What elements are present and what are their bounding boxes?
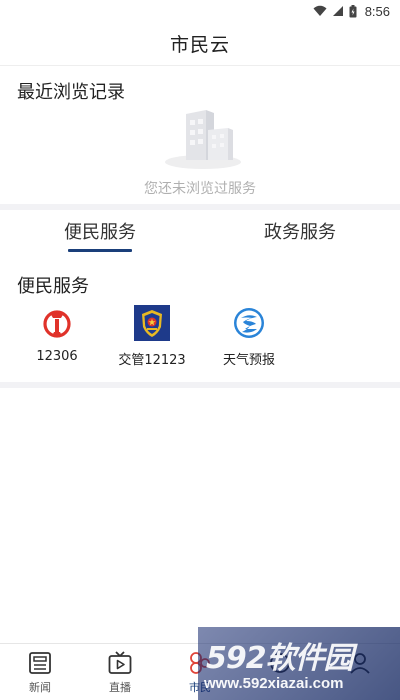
tv-icon	[108, 651, 132, 674]
recent-heading: 最近浏览记录	[17, 82, 125, 103]
status-bar: 8:56	[0, 0, 400, 22]
tab-label: 政务服务	[264, 222, 336, 243]
railway-icon	[43, 310, 71, 338]
nav-label: 直播	[109, 681, 131, 694]
watermark-url: www.592xiazai.com	[204, 675, 344, 692]
weather-icon	[234, 308, 264, 338]
status-time: 8:56	[364, 3, 390, 19]
tab-convenience-services[interactable]: 便民服务	[0, 210, 200, 254]
recent-section: 最近浏览记录 您还未浏览过服务	[0, 66, 400, 204]
service-label: 交管12123	[118, 353, 186, 368]
services-heading: 便民服务	[17, 276, 89, 297]
service-12306[interactable]: 12306	[12, 305, 102, 375]
divider	[0, 382, 400, 388]
service-label: 12306	[36, 349, 78, 364]
nav-item-news[interactable]: 新闻	[0, 644, 80, 700]
tab-label: 便民服务	[64, 222, 136, 243]
page-title: 市民云	[169, 34, 230, 56]
nav-item-live[interactable]: 直播	[80, 644, 160, 700]
empty-building-icon	[165, 110, 241, 169]
service-traffic-12123[interactable]: 交管12123	[107, 305, 197, 375]
nav-label: 新闻	[29, 681, 51, 694]
service-tabs: 便民服务 政务服务	[0, 210, 400, 254]
services-grid: 12306 交管12123 天气预报	[0, 305, 400, 375]
news-icon	[29, 652, 51, 674]
service-label: 天气预报	[222, 353, 275, 368]
empty-state-text: 您还未浏览过服务	[144, 181, 256, 197]
police-emblem-icon	[134, 305, 170, 341]
watermark-brand: 592软件园	[206, 641, 354, 676]
title-bar: 市民云	[0, 22, 400, 66]
signal-icon	[332, 6, 343, 16]
watermark: 592软件园 www.592xiazai.com	[198, 627, 400, 700]
tab-government-services[interactable]: 政务服务	[200, 210, 400, 254]
battery-icon	[349, 4, 357, 17]
wifi-icon	[313, 5, 327, 16]
service-weather[interactable]: 天气预报	[204, 305, 294, 375]
